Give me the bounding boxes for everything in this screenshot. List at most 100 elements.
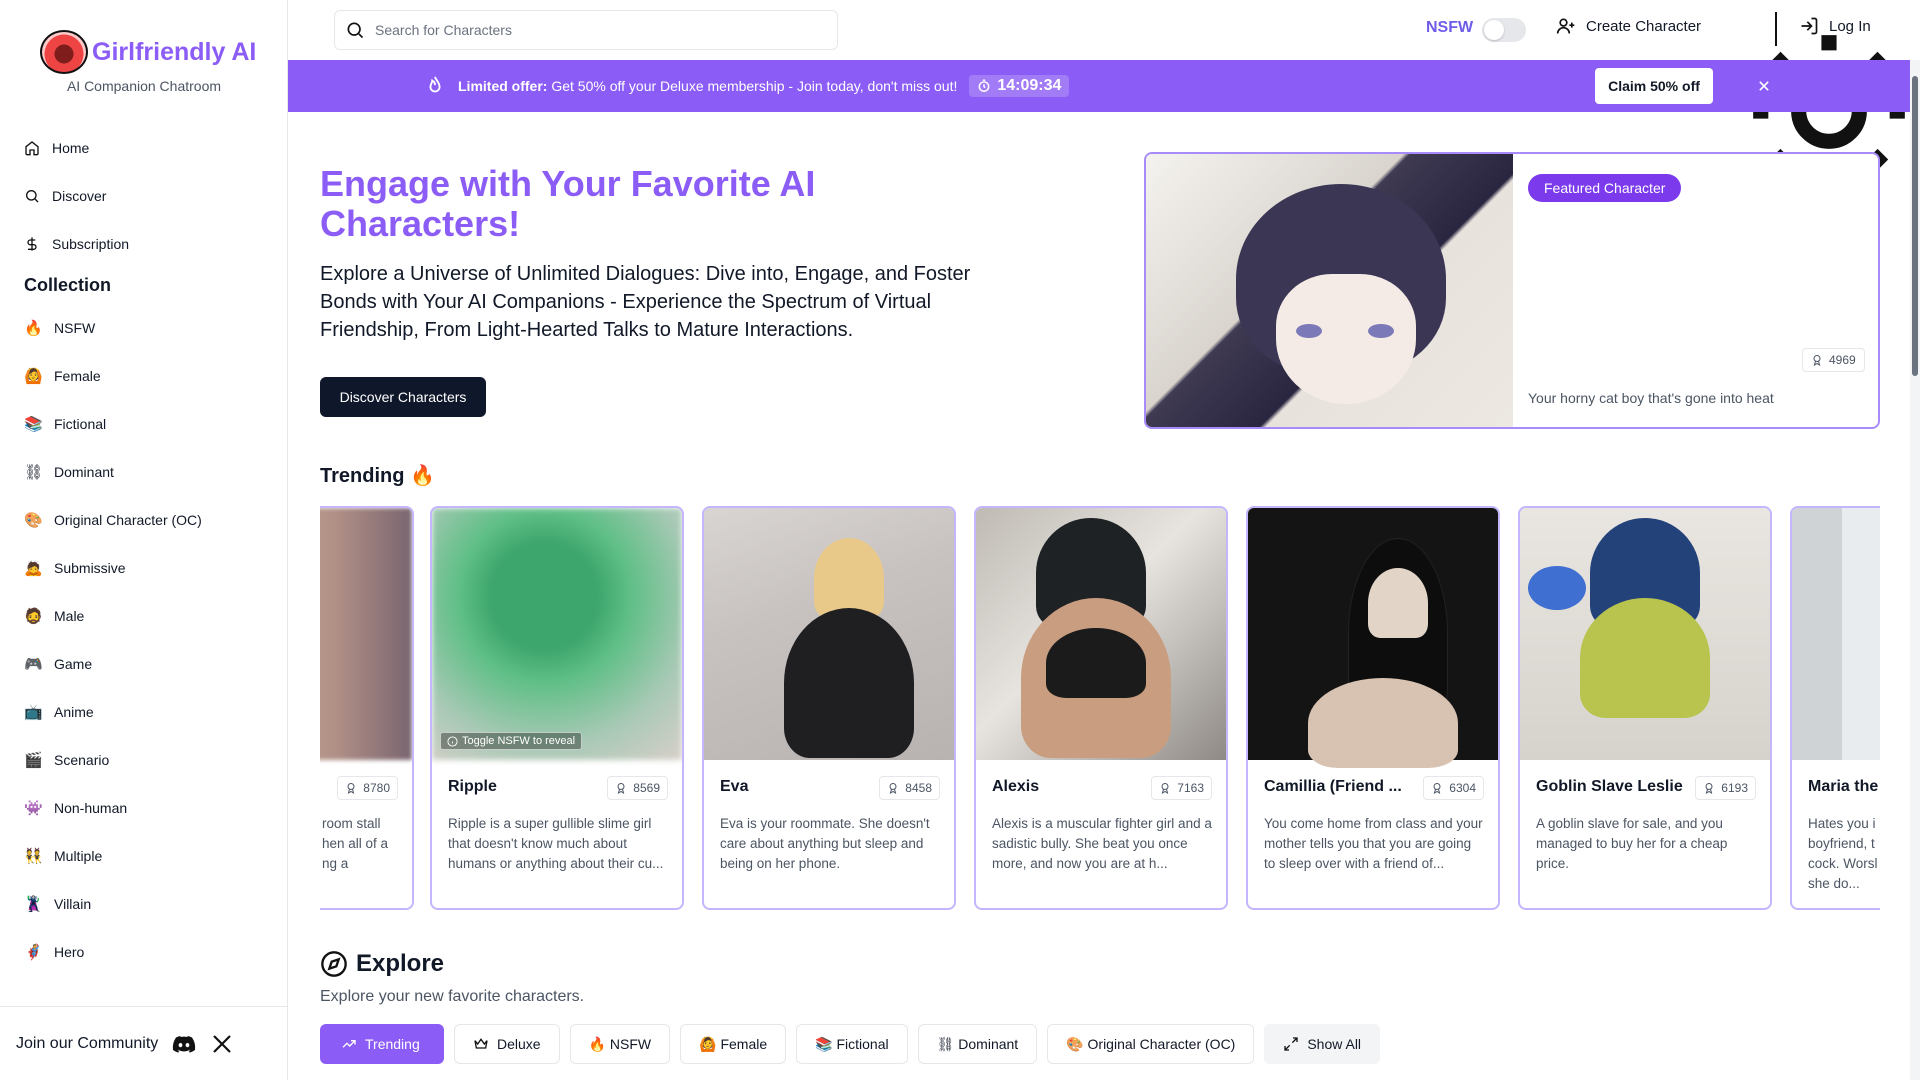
character-card[interactable]: Alexis 7163 Alexis is a muscular fighter… [974,506,1228,910]
character-card[interactable]: Camillia (Friend ... 6304 You come home … [1246,506,1500,910]
collection-item-label: Submissive [54,560,126,576]
brand-logo[interactable]: Girlfriendly AI [40,30,256,74]
chip-deluxe[interactable]: Deluxe [454,1024,560,1064]
discord-icon[interactable] [172,1032,196,1056]
male-icon: 🧔 [24,608,43,625]
award-icon [617,783,625,794]
trending-title: Trending 🔥 [320,465,435,487]
collection-item-label: Non-human [54,800,128,816]
collection-item-multiple[interactable]: 👯 Multiple [0,832,287,880]
stopwatch-icon [978,79,990,92]
chip-dominant[interactable]: ⛓ Dominant [917,1024,1038,1064]
collection-item-female[interactable]: 🙆 Female [0,352,287,400]
books-icon: 📚 [24,416,43,433]
home-icon [25,141,39,156]
character-image [432,508,682,760]
search-icon [347,22,364,39]
female-icon: 🙆 [24,368,43,385]
collection-item-hero[interactable]: 🦸 Hero [0,928,287,976]
chat-count-badge: 6304 [1423,776,1484,800]
character-description: Alexis is a muscular fighter girl and a … [992,816,1212,871]
crown-icon [474,1038,488,1049]
discover-characters-button[interactable]: Discover Characters [320,377,486,417]
chip-fictional[interactable]: 📚 Fictional [796,1024,908,1064]
nav-home[interactable]: Home [0,124,287,172]
create-character-label: Create Character [1586,17,1702,35]
login-icon [1801,17,1818,35]
featured-description: Your horny cat boy that's gone into heat [1528,390,1774,406]
character-description: Hates you i boyfriend, t cock. Worsl she… [1808,816,1878,891]
flame-icon [429,76,441,93]
collection-item-scenario[interactable]: 🎬 Scenario [0,736,287,784]
chat-count-badge: 8569 [607,776,668,800]
community-footer: Join our Community [0,1006,287,1080]
scrollbar-thumb[interactable] [1912,76,1918,376]
collection-item-oc[interactable]: 🎨 Original Character (OC) [0,496,287,544]
character-card[interactable]: 8780 room stall hen all of a ng a [320,506,414,910]
character-image [1792,508,1880,760]
image-eye-shape [1368,324,1394,338]
close-icon[interactable] [1754,76,1774,96]
clapper-icon: 🎬 [24,752,43,769]
chip-oc[interactable]: 🎨 Original Character (OC) [1047,1024,1255,1064]
character-card[interactable]: Maria the Hates you i boyfriend, t cock.… [1790,506,1880,910]
image-face-shape [1580,598,1710,718]
character-name: Camillia (Friend ... [1264,778,1402,795]
collection-item-submissive[interactable]: 🙇 Submissive [0,544,287,592]
chat-count: 8780 [363,781,390,795]
character-image [1248,508,1498,768]
create-character-button[interactable]: Create Character [1556,16,1701,36]
trending-carousel[interactable]: 8780 room stall hen all of a ng a Toggle… [320,504,1880,910]
palette-icon: 🎨 [24,512,43,529]
alien-icon: 👾 [24,800,43,817]
image-face-shape [1276,274,1416,404]
nsfw-reveal-badge[interactable]: Toggle NSFW to reveal [440,732,583,750]
collection-item-villain[interactable]: 🦹 Villain [0,880,287,928]
login-button[interactable]: Log In [1799,16,1871,36]
award-icon [1813,355,1821,366]
nav-discover[interactable]: Discover [0,172,287,220]
character-card[interactable]: Eva 8458 Eva is your roommate. She doesn… [702,506,956,910]
chip-trending[interactable]: Trending [320,1024,444,1064]
character-image [1520,508,1770,760]
login-label: Log In [1829,17,1871,35]
chat-count: 8569 [633,781,660,795]
explore-subtitle: Explore your new favorite characters. [320,988,585,1005]
chip-nsfw[interactable]: 🔥 NSFW [569,1024,671,1064]
collection-item-game[interactable]: 🎮 Game [0,640,287,688]
fire-icon: 🔥 [24,320,43,337]
bowing-icon: 🙇 [24,560,43,577]
nsfw-toggle[interactable] [1482,18,1526,42]
collection-item-fictional[interactable]: 📚 Fictional [0,400,287,448]
featured-character-card[interactable]: Featured Character 4969 Your horny cat b… [1144,152,1880,429]
chip-female[interactable]: 🙆 Female [680,1024,787,1064]
promo-bold: Limited offer: [458,78,548,94]
collection-item-dominant[interactable]: ⛓ Dominant [0,448,287,496]
chip-label: Show All [1307,1036,1362,1052]
nav-subscription[interactable]: Subscription [0,220,287,268]
award-icon [1705,783,1713,794]
x-twitter-icon[interactable] [210,1032,234,1056]
collection-item-anime[interactable]: 📺 Anime [0,688,287,736]
character-name: Ripple [448,778,497,795]
collection-item-label: Fictional [54,416,107,432]
collection-list: 🔥 NSFW 🙆 Female 📚 Fictional ⛓ Dominant 🎨 Orig… [0,304,287,994]
award-icon [1161,783,1169,794]
character-card[interactable]: Goblin Slave Leslie 6193 A goblin slave … [1518,506,1772,910]
chip-label: ⛓ Dominant [936,1035,1019,1052]
character-card[interactable]: Toggle NSFW to reveal Ripple 8569 Ripple… [430,506,684,910]
collection-item-male[interactable]: 🧔 Male [0,592,287,640]
character-image [976,508,1226,760]
chip-label: Deluxe [497,1036,541,1052]
nav-discover-label: Discover [52,188,107,204]
image-top-shape [1046,628,1146,698]
collection-item-non-human[interactable]: 👾 Non-human [0,784,287,832]
collection-item-label: Multiple [54,848,103,864]
search-box[interactable] [334,10,838,50]
claim-offer-button[interactable]: Claim 50% off [1595,68,1713,104]
search-input[interactable] [375,22,815,38]
collection-item-nsfw[interactable]: 🔥 NSFW [0,304,287,352]
user-plus-icon [1556,18,1575,34]
chip-show-all[interactable]: Show All [1264,1024,1381,1064]
brand-name: Girlfriendly AI [92,37,257,66]
